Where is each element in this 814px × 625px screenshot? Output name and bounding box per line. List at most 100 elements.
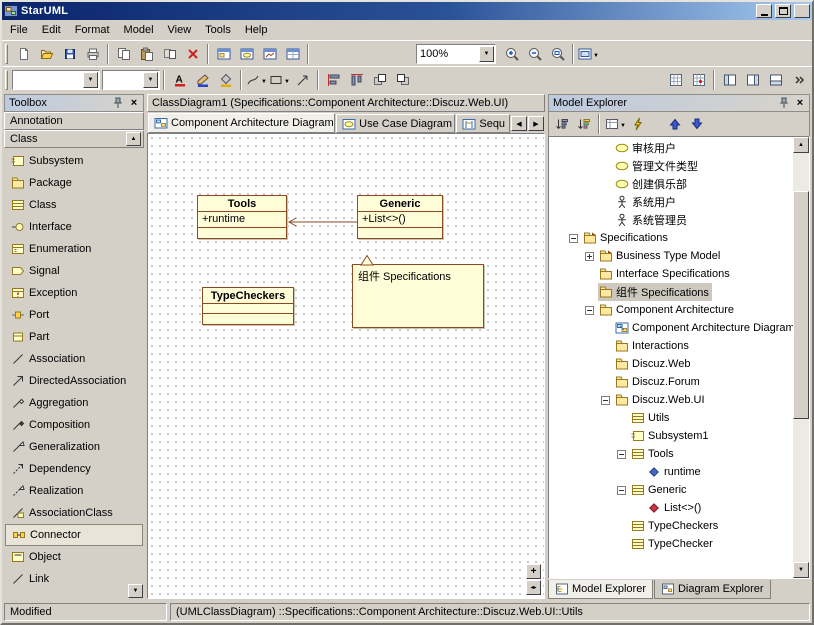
- toggle-explorer-button[interactable]: [741, 69, 764, 91]
- tree-item-row-2[interactable]: 创建俱乐部: [549, 175, 793, 193]
- tree-item-subsystem1[interactable]: Subsystem1: [549, 427, 793, 445]
- sort-by-type-button[interactable]: [573, 114, 594, 134]
- maximize-button[interactable]: [775, 4, 791, 18]
- tree-item-specifications[interactable]: 组件 Specifications: [549, 283, 793, 301]
- delete-button[interactable]: [181, 43, 204, 65]
- new-project-button[interactable]: [12, 43, 35, 65]
- tree-item-specifications[interactable]: Specifications: [549, 229, 793, 247]
- tree-item-generic[interactable]: Generic: [549, 481, 793, 499]
- toolbox-item-link[interactable]: Link: [5, 568, 143, 590]
- toolbar-grip[interactable]: [5, 44, 8, 64]
- scroll-up-button[interactable]: [793, 137, 809, 153]
- tree-item-business-type-model[interactable]: Business Type Model: [549, 247, 793, 265]
- toolbar-grip[interactable]: [5, 70, 8, 90]
- title-bar[interactable]: StarUML: [2, 2, 812, 20]
- toolbar-overflow-button[interactable]: [787, 69, 810, 91]
- move-up-button[interactable]: [665, 114, 686, 134]
- expander-minus-icon[interactable]: [617, 486, 626, 495]
- toolbox-item-realization[interactable]: Realization: [5, 480, 143, 502]
- zoom-out-button[interactable]: [523, 43, 546, 65]
- arrow-style-button[interactable]: [291, 69, 314, 91]
- toggle-toolbox-button[interactable]: [718, 69, 741, 91]
- show-grid-button[interactable]: [664, 69, 687, 91]
- toolbox-item-aggregation[interactable]: Aggregation: [5, 392, 143, 414]
- toolbox-group-annotation[interactable]: Annotation: [4, 112, 144, 130]
- tree-item-discuz-web[interactable]: Discuz.Web: [549, 355, 793, 373]
- zoom-in-button[interactable]: [500, 43, 523, 65]
- diagram-tab-sequ[interactable]: Sequ: [456, 114, 510, 133]
- explorer-tab-model-explorer[interactable]: Model Explorer: [548, 580, 653, 599]
- toolbox-item-dependency[interactable]: Dependency: [5, 458, 143, 480]
- tree-item-typechecker[interactable]: TypeChecker: [549, 535, 793, 553]
- dropdown-arrow-icon[interactable]: [479, 46, 494, 62]
- uml-class-generic[interactable]: Generic+List<>(): [357, 195, 443, 239]
- dropdown-arrow-icon[interactable]: [83, 72, 98, 88]
- tree-item-component-architecture[interactable]: Component Architecture: [549, 301, 793, 319]
- tree-item-interface-specifications[interactable]: Interface Specifications: [549, 265, 793, 283]
- tree-item-row-0[interactable]: 审核用户: [549, 139, 793, 157]
- tree-item-list[interactable]: List<>(): [549, 499, 793, 517]
- toolbox-item-association[interactable]: Association: [5, 348, 143, 370]
- toolbox-item-signal[interactable]: Signal: [5, 260, 143, 282]
- toolbox-item-composition[interactable]: Composition: [5, 414, 143, 436]
- formalism-button[interactable]: [628, 114, 649, 134]
- tree-item-runtime[interactable]: runtime: [549, 463, 793, 481]
- line-style-button[interactable]: [245, 69, 268, 91]
- tree-item-discuz-web-ui[interactable]: Discuz.Web.UI: [549, 391, 793, 409]
- menu-help[interactable]: Help: [238, 21, 275, 40]
- zoom-area-button[interactable]: [546, 43, 569, 65]
- scroll-down-button[interactable]: [793, 562, 809, 578]
- expander-plus-icon[interactable]: [585, 252, 594, 261]
- toolbox-item-interface[interactable]: Interface: [5, 216, 143, 238]
- print-button[interactable]: [81, 43, 104, 65]
- view-options-button[interactable]: [604, 114, 627, 134]
- copy-button[interactable]: [112, 43, 135, 65]
- explorer-close-button[interactable]: [793, 97, 807, 110]
- toolbox-item-class[interactable]: Class: [5, 194, 143, 216]
- view-style-combo[interactable]: [102, 70, 160, 90]
- toolbox-item-part[interactable]: Part: [5, 326, 143, 348]
- tree-scrollbar[interactable]: [793, 137, 809, 578]
- toolbox-item-generalization[interactable]: Generalization: [5, 436, 143, 458]
- toolbox-pin-button[interactable]: [111, 97, 125, 110]
- tree-item-discuz-forum[interactable]: Discuz.Forum: [549, 373, 793, 391]
- toolbox-item-associationclass[interactable]: AssociationClass: [5, 502, 143, 524]
- line-color-button[interactable]: [191, 69, 214, 91]
- sort-by-name-button[interactable]: [551, 114, 572, 134]
- tab-scroll-right-button[interactable]: [528, 116, 544, 131]
- expander-minus-icon[interactable]: [601, 396, 610, 405]
- explorer-pin-button[interactable]: [777, 97, 791, 110]
- move-down-button[interactable]: [687, 114, 708, 134]
- tree-item-typecheckers[interactable]: TypeCheckers: [549, 517, 793, 535]
- menu-view[interactable]: View: [161, 21, 199, 40]
- menu-edit[interactable]: Edit: [35, 21, 68, 40]
- bring-to-front-button[interactable]: [368, 69, 391, 91]
- toolbox-close-button[interactable]: [127, 97, 141, 110]
- canvas-pan-button[interactable]: [526, 564, 541, 579]
- paste-button[interactable]: [135, 43, 158, 65]
- expander-minus-icon[interactable]: [617, 450, 626, 459]
- duplicate-button[interactable]: [158, 43, 181, 65]
- dropdown-arrow-icon[interactable]: [143, 72, 158, 88]
- zoom-combo[interactable]: 100%: [416, 44, 496, 64]
- explorer-tab-diagram-explorer[interactable]: Diagram Explorer: [654, 580, 771, 599]
- window-view-button[interactable]: [577, 43, 600, 65]
- toolbox-item-connector[interactable]: Connector: [5, 524, 143, 546]
- tree-item-row-3[interactable]: 系统用户: [549, 193, 793, 211]
- expander-minus-icon[interactable]: [569, 234, 578, 243]
- uml-subsystem-specifications[interactable]: 组件 Specifications: [352, 264, 484, 328]
- toolbox-scroll-down-button[interactable]: [128, 584, 143, 598]
- canvas-nav-button[interactable]: [526, 580, 541, 595]
- tree-item-tools[interactable]: Tools: [549, 445, 793, 463]
- send-to-back-button[interactable]: [391, 69, 414, 91]
- toolbox-item-subsystem[interactable]: Subsystem: [5, 150, 143, 172]
- snap-to-grid-button[interactable]: [687, 69, 710, 91]
- toolbox-item-directedassociation[interactable]: DirectedAssociation: [5, 370, 143, 392]
- open-project-button[interactable]: [35, 43, 58, 65]
- diagram-tab-component-architecture-diagram[interactable]: Component Architecture Diagram: [148, 113, 335, 133]
- toolbox-item-package[interactable]: Package: [5, 172, 143, 194]
- stereotype-combo[interactable]: [12, 70, 100, 90]
- menu-file[interactable]: File: [3, 21, 35, 40]
- minimize-button[interactable]: [756, 4, 772, 18]
- diagram-canvas[interactable]: Tools+runtimeGeneric+List<>()TypeChecker…: [147, 133, 545, 599]
